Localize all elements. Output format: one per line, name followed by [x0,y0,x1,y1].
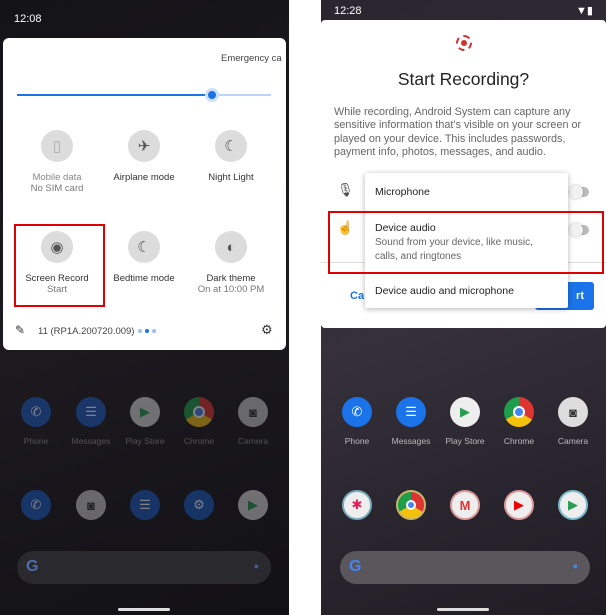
microphone-icon: 🎙 [337,182,354,197]
cancel-button[interactable]: Ca [350,290,364,302]
google-icon: G [26,558,39,575]
brightness-thumb-icon[interactable] [205,88,219,102]
app-label: Chrome [503,436,535,446]
dock-chrome[interactable] [384,490,438,529]
highlight-box [14,224,105,307]
wifi-battery-icon: ▼▮ [576,5,593,17]
tile-sub: On at 10:00 PM [197,284,265,295]
camera-icon: ◙ [558,397,588,427]
screen-record-icon [456,35,472,51]
tile-label: Mobile data [32,172,82,183]
play-store-icon: ▶ [450,397,480,427]
app-label: Play Store [125,436,165,446]
phone-icon: ✆ [21,397,51,427]
phone-icon: ✆ [21,490,51,520]
app-label: Camera [557,436,589,446]
app-label: Chrome [183,436,215,446]
camera-icon: ◙ [76,490,106,520]
dock-gmail[interactable]: M [438,490,492,529]
dialog-body: While recording, Android System can capt… [334,106,582,158]
no-sim-icon: ▯ [41,130,73,162]
quick-settings-panel: Emergency ca ▯ Mobile data No SIM card ✈ Ai… [3,38,286,350]
messages-icon: ☰ [76,397,106,427]
status-time: 12:08 [14,13,42,25]
app-phone[interactable]: ✆ Phone [9,397,63,446]
app-chrome[interactable]: Chrome [492,397,546,446]
app-label: Messages [391,436,431,446]
dark-theme-icon: ◐ [215,231,247,263]
play-store-icon: ▶ [130,397,160,427]
app-messages[interactable]: ☰ Messages [64,397,118,446]
messages-icon: ☰ [396,397,426,427]
app-label: Phone [344,436,370,446]
dock-camera[interactable]: ◙ [64,490,118,529]
dialog-title: Start Recording? [397,69,530,89]
dock-slack[interactable]: ✱ [330,490,384,529]
app-chrome[interactable]: Chrome [172,397,226,446]
app-label: Messages [71,436,111,446]
app-label: Camera [237,436,269,446]
dock-youtube[interactable]: ▶ [492,490,546,529]
brightness-slider[interactable] [17,88,271,102]
tile-label: Dark theme [206,273,256,284]
tile-bedtime-mode[interactable]: ☾ Bedtime mode [99,231,189,284]
play-store-icon: ▶ [238,490,268,520]
microphone-toggle[interactable] [569,185,589,199]
dock-settings[interactable]: ⚙ [172,490,226,529]
google-search-bar[interactable]: G ● [17,551,271,584]
tile-sub: No SIM card [30,183,84,194]
youtube-icon: ▶ [504,490,534,520]
app-label: Phone [23,436,49,446]
chrome-icon [184,397,214,427]
tile-label: Bedtime mode [113,273,175,284]
app-label: Play Store [445,436,485,446]
app-camera[interactable]: ◙ Camera [546,397,600,446]
highlight-box [328,211,604,274]
nav-handle[interactable] [437,608,489,611]
google-icon: G [349,558,362,575]
menu-item-device-audio-and-microphone[interactable]: Device audio and microphone [375,285,514,297]
left-phone-screen: 12:08 Emergency ca ▯ Mobile data No SIM ca… [0,0,289,615]
dock-messages[interactable]: ☰ [118,490,172,529]
tile-label: Night Light [208,172,254,183]
edit-pencil-icon[interactable]: ✎ [15,323,25,337]
phone-icon: ✆ [342,397,372,427]
dock-play-store[interactable]: ▶ [226,490,280,529]
tile-night-light[interactable]: ☾ Night Light [186,130,276,183]
right-phone-screen: 12:28 ▼▮ Start Recording? While recordin… [321,0,606,615]
emergency-call-button[interactable]: Emergency ca [221,53,286,64]
gmail-icon: M [450,490,480,520]
slack-icon: ✱ [342,490,372,520]
settings-icon: ⚙ [184,490,214,520]
dock-phone[interactable]: ✆ [9,490,63,529]
menu-item-microphone[interactable]: Microphone [375,186,430,198]
nav-handle[interactable] [118,608,170,611]
app-play-store[interactable]: ▶ Play Store [118,397,172,446]
tile-label: Airplane mode [113,172,175,183]
build-number: 11 (RP1A.200720.009) [38,326,135,337]
app-messages[interactable]: ☰ Messages [384,397,438,446]
dock-play-store[interactable]: ▶ [546,490,600,529]
assistant-icon[interactable]: ● [573,561,578,571]
camera-icon: ◙ [238,397,268,427]
google-search-bar[interactable]: G ● [340,551,590,584]
settings-gear-icon[interactable]: ⚙ [261,322,273,338]
tile-airplane-mode[interactable]: ✈ Airplane mode [99,130,189,183]
status-time: 12:28 [334,5,362,17]
play-store-icon: ▶ [558,490,588,520]
bedtime-icon: ☾ [128,231,160,263]
tile-mobile-data[interactable]: ▯ Mobile data No SIM card [12,130,102,194]
airplane-icon: ✈ [128,130,160,162]
tile-dark-theme[interactable]: ◐ Dark theme On at 10:00 PM [186,231,276,295]
messages-icon: ☰ [130,490,160,520]
app-camera[interactable]: ◙ Camera [226,397,280,446]
chrome-icon [396,490,426,520]
assistant-icon[interactable]: ● [254,561,259,571]
app-phone[interactable]: ✆ Phone [330,397,384,446]
moon-icon: ☾ [215,130,247,162]
chrome-icon [504,397,534,427]
app-play-store[interactable]: ▶ Play Store [438,397,492,446]
page-dots [138,329,156,333]
